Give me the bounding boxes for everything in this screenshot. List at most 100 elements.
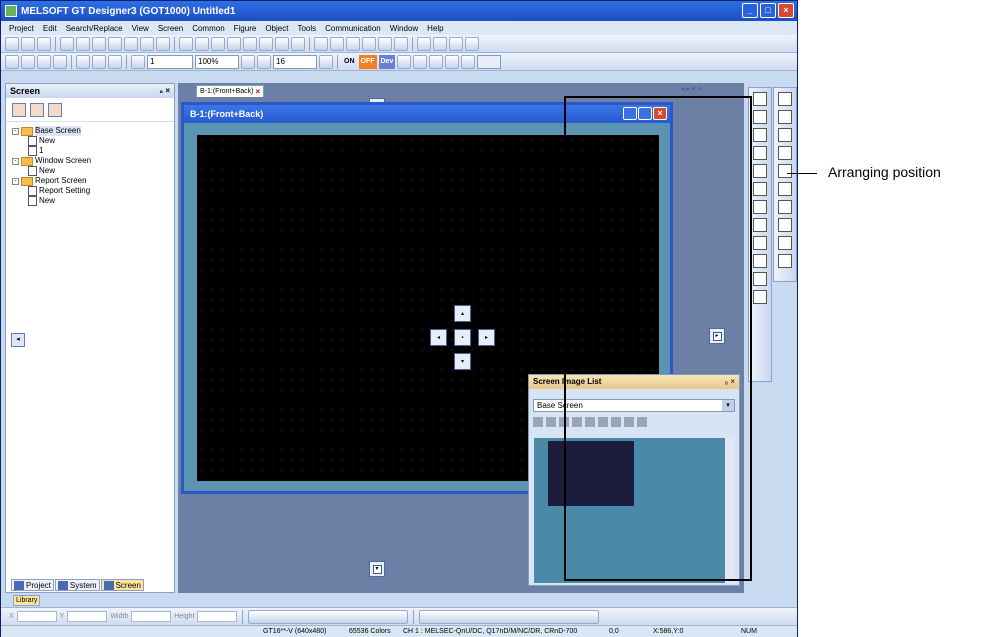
display-icon-4[interactable] [445, 54, 460, 69]
read-icon[interactable] [330, 36, 344, 51]
dock-bottom-guide-icon[interactable]: ▾ [369, 561, 385, 577]
paste-icon[interactable] [92, 36, 106, 51]
screen-window-icon[interactable] [211, 36, 225, 51]
tab-b1-front-back[interactable]: B-1:(Front+Back) × [196, 85, 265, 97]
display-icon-1[interactable] [397, 54, 412, 69]
copy-icon[interactable] [76, 36, 90, 51]
collapse-icon[interactable]: - [12, 157, 19, 165]
menu-screen[interactable]: Screen [158, 24, 183, 33]
dock-left-guide-icon[interactable]: ◂ [11, 333, 25, 347]
open-icon[interactable] [21, 36, 35, 51]
line-icon[interactable] [753, 92, 767, 106]
comment-icon[interactable] [259, 36, 273, 51]
image-icon[interactable] [753, 272, 767, 286]
polygon-icon[interactable] [753, 146, 767, 160]
x-field[interactable] [16, 611, 57, 622]
save-icon[interactable] [37, 36, 51, 51]
dock-left-icon[interactable]: ◂ [430, 329, 447, 346]
verify-icon[interactable] [362, 36, 376, 51]
tab-system[interactable]: System [54, 579, 100, 591]
tree-item-base-1[interactable]: 1 [12, 146, 174, 156]
dock-center-icon[interactable]: ▪ [454, 329, 471, 346]
help-icon[interactable] [156, 36, 170, 51]
numerical-display-icon[interactable] [778, 128, 792, 142]
screen-switch-icon[interactable] [5, 54, 19, 69]
menu-search-replace[interactable]: Search/Replace [66, 24, 123, 33]
tree-item-window-screen[interactable]: - Window Screen [12, 156, 174, 166]
parts-icon[interactable] [275, 36, 289, 51]
rectangle-icon[interactable] [753, 128, 767, 142]
new-screen-icon[interactable] [546, 417, 556, 427]
zoom-out-icon[interactable] [257, 54, 271, 69]
tree-item-report-setting[interactable]: Report Setting [12, 186, 174, 196]
arc-icon[interactable] [753, 182, 767, 196]
device-display-button[interactable]: Dev [378, 54, 396, 69]
dock-down-icon[interactable]: ▾ [454, 353, 471, 370]
menu-figure[interactable]: Figure [234, 24, 257, 33]
tab-screen[interactable]: Screen [100, 579, 144, 591]
zoom-combo[interactable]: 100% [195, 54, 239, 69]
new-icon[interactable] [5, 36, 19, 51]
device-list-icon[interactable] [291, 36, 305, 51]
display-icon-2[interactable] [413, 54, 428, 69]
comment-display-icon[interactable] [778, 182, 792, 196]
menu-edit[interactable]: Edit [43, 24, 57, 33]
menu-window[interactable]: Window [390, 24, 418, 33]
state-combo[interactable] [477, 54, 502, 69]
graph-icon[interactable] [778, 236, 792, 250]
tab-library[interactable]: Library [13, 595, 41, 606]
menu-view[interactable]: View [132, 24, 149, 33]
maximize-button[interactable]: □ [760, 3, 776, 18]
close-tab-icon[interactable]: × [256, 86, 261, 97]
library-icon[interactable] [227, 36, 241, 51]
new-screen-icon[interactable] [12, 102, 26, 117]
tab-nav-arrows[interactable]: ◂ ▸ ▾ × [681, 85, 701, 93]
tree-item-report-new[interactable]: New [12, 196, 174, 206]
panel-pin-close[interactable]: ₈ × [159, 84, 170, 98]
grid-color-icon[interactable] [319, 54, 333, 69]
write-icon[interactable] [346, 36, 360, 51]
zoom-in-icon[interactable] [241, 54, 255, 69]
font-icon[interactable] [394, 36, 408, 51]
preview-icon[interactable] [417, 36, 431, 51]
off-state-button[interactable]: OFF [358, 54, 377, 69]
screen-image-icon[interactable] [53, 54, 67, 69]
on-state-button[interactable]: ON [342, 55, 357, 69]
menu-object[interactable]: Object [265, 24, 288, 33]
polyline-icon[interactable] [753, 110, 767, 124]
clock-icon[interactable] [778, 164, 792, 178]
forward-icon[interactable] [37, 54, 51, 69]
scale-icon[interactable] [753, 218, 767, 232]
open-screen-icon[interactable] [533, 417, 543, 427]
tree-item-window-new[interactable]: New [12, 166, 174, 176]
collapse-icon[interactable]: - [12, 177, 19, 185]
paint-icon[interactable] [753, 254, 767, 268]
y-field[interactable] [67, 611, 108, 622]
screen-new-icon[interactable] [179, 36, 193, 51]
style-tools[interactable] [419, 609, 600, 624]
lamp-icon[interactable] [778, 110, 792, 124]
select-icon[interactable] [140, 36, 154, 51]
circle-icon[interactable] [753, 164, 767, 178]
switch-icon[interactable] [778, 92, 792, 106]
tree-item-base-new[interactable]: New [12, 136, 174, 146]
bmp-icon[interactable] [753, 290, 767, 304]
trigger-icon[interactable] [778, 254, 792, 268]
tree-item-base-screen[interactable]: - Base Screen [12, 126, 174, 136]
dock-up-icon[interactable]: ▴ [454, 305, 471, 322]
grid-icon[interactable] [465, 36, 479, 51]
dock-right-icon[interactable]: ▸ [478, 329, 495, 346]
height-field[interactable] [197, 611, 238, 622]
screen-open-icon[interactable] [195, 36, 209, 51]
menu-help[interactable]: Help [427, 24, 443, 33]
parts-display-icon[interactable] [778, 200, 792, 214]
grid-spacing-combo[interactable]: 16 [273, 54, 317, 69]
display-icon-3[interactable] [429, 54, 444, 69]
cut-icon[interactable] [60, 36, 74, 51]
data-browser-icon[interactable] [243, 36, 257, 51]
layout-icon[interactable] [449, 36, 463, 51]
align-tools[interactable] [248, 609, 409, 624]
minimize-button[interactable]: _ [742, 3, 758, 18]
menu-communication[interactable]: Communication [325, 24, 381, 33]
communication-icon[interactable] [314, 36, 328, 51]
